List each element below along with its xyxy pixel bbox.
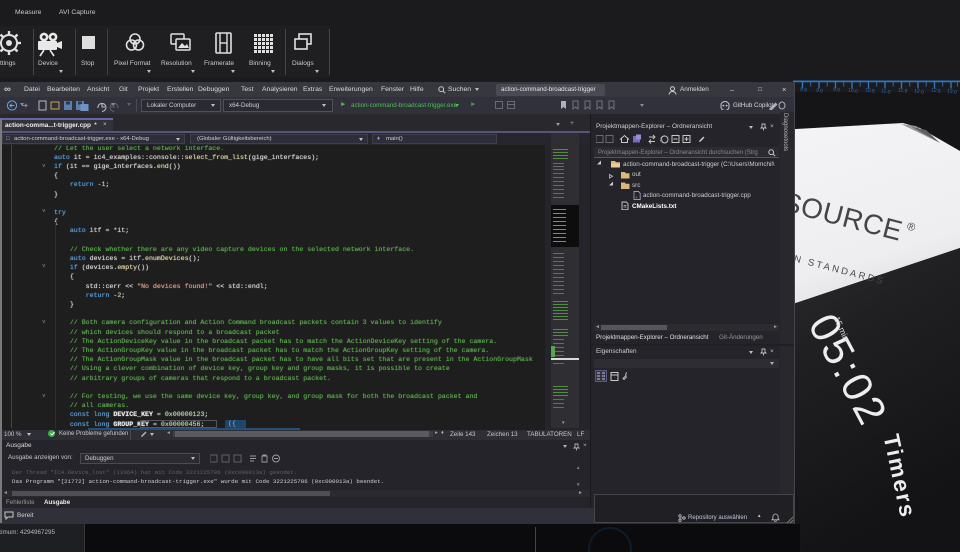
svg-text:+: + — [635, 195, 638, 200]
